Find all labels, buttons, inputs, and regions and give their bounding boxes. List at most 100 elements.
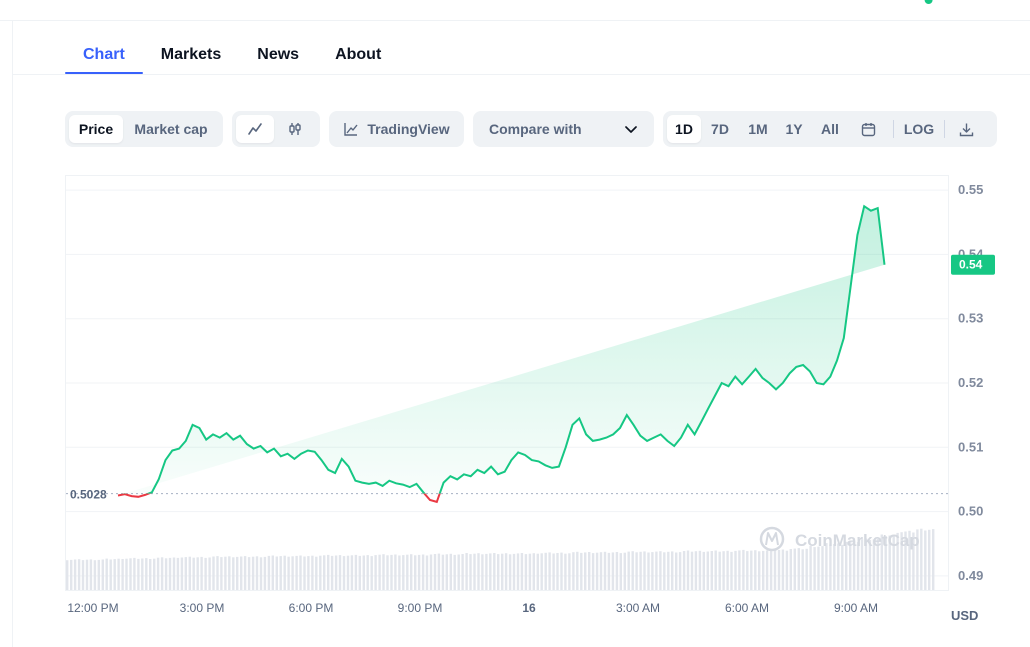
toolbar-separator	[944, 120, 945, 138]
volume-bar	[220, 557, 223, 590]
volume-bar	[125, 558, 128, 590]
volume-bar	[271, 555, 274, 590]
volume-bar	[501, 553, 504, 590]
volume-bar	[698, 550, 702, 590]
x-tick-label: 6:00 AM	[725, 601, 769, 615]
tradingview-button[interactable]: TradingView	[329, 111, 464, 147]
volume-bar	[591, 553, 595, 590]
volume-bar	[390, 554, 393, 590]
volume-bar	[584, 552, 587, 590]
candlestick-icon	[289, 123, 301, 135]
volume-bar	[769, 549, 773, 590]
compare-with-dropdown[interactable]: Compare with	[473, 111, 654, 147]
volume-bar	[888, 535, 891, 590]
price-line-up	[122, 204, 886, 494]
volume-bar	[291, 556, 294, 590]
volume-bar	[781, 549, 785, 590]
volume-bar	[908, 530, 911, 590]
volume-bar	[129, 558, 132, 590]
volume-bar	[675, 552, 678, 590]
volume-bar	[663, 552, 666, 590]
volume-bar	[89, 559, 93, 590]
tab-news[interactable]: News	[239, 38, 317, 74]
line-chart-button[interactable]	[236, 115, 274, 143]
volume-bar	[508, 554, 512, 590]
volume-bar	[267, 555, 271, 590]
tab-markets[interactable]: Markets	[143, 38, 239, 74]
range-1y-button[interactable]: 1Y	[777, 115, 811, 143]
volume-bar	[200, 556, 203, 590]
volume-bar	[338, 555, 342, 590]
volume-bar	[236, 556, 239, 590]
volume-bar	[773, 550, 777, 590]
volume-bar	[754, 550, 757, 590]
volume-bar	[366, 555, 369, 590]
volume-bar	[595, 552, 599, 590]
volume-bar	[251, 556, 255, 590]
volume-bar	[864, 538, 868, 590]
volume-bar	[904, 531, 907, 590]
volume-bar	[204, 557, 207, 590]
volume-bar	[876, 538, 879, 590]
volume-bar	[441, 554, 445, 590]
volume-bar	[682, 551, 686, 590]
x-tick-label: 12:00 PM	[67, 601, 118, 615]
price-chart-svg[interactable]: CoinMarketCap 0.55 0.54 0.53 0.52 0.51 0.50 0.…	[0, 0, 1030, 647]
volume-bar	[825, 543, 828, 590]
volume-bar	[852, 540, 856, 590]
left-divider	[12, 20, 13, 647]
volume-bar	[702, 551, 705, 590]
volume-bar	[520, 553, 524, 590]
volume-bar	[307, 556, 310, 590]
tab-about[interactable]: About	[317, 38, 399, 74]
tab-chart[interactable]: Chart	[65, 38, 143, 74]
range-7d-button[interactable]: 7D	[701, 115, 739, 143]
volume-bar	[473, 553, 476, 590]
range-1m-button[interactable]: 1M	[739, 115, 777, 143]
volume-bar	[66, 560, 69, 590]
volume-bar	[489, 553, 492, 590]
volume-bar	[85, 559, 89, 590]
market-cap-toggle-button[interactable]: Market cap	[123, 115, 219, 143]
volume-bar	[552, 553, 555, 590]
y-tick-label: 0.52	[958, 375, 983, 390]
price-toggle-button[interactable]: Price	[69, 115, 123, 143]
volume-bar	[556, 553, 559, 590]
volume-bar	[706, 551, 709, 590]
volume-bar	[168, 557, 172, 590]
watermark-text: CoinMarketCap	[795, 531, 920, 550]
volume-bar	[164, 558, 168, 590]
volume-bar	[149, 559, 152, 590]
volume-bar	[528, 553, 532, 590]
volume-bar	[841, 544, 844, 590]
volume-bar	[694, 551, 698, 590]
volume-bar	[536, 553, 539, 590]
volume-bar	[180, 557, 184, 590]
volume-bar	[896, 532, 899, 590]
date-picker-button[interactable]	[849, 115, 887, 143]
volume-bar	[524, 554, 528, 590]
volume-bar	[421, 554, 425, 590]
volume-bar	[817, 546, 820, 590]
volume-bar	[145, 558, 148, 590]
volume-bar	[192, 557, 195, 590]
volume-bar	[722, 551, 725, 590]
volume-bar	[805, 548, 808, 590]
volume-bar	[714, 550, 717, 590]
range-all-button[interactable]: All	[811, 115, 849, 143]
y-tick-label: 0.51	[958, 439, 983, 454]
volume-bar	[544, 552, 547, 590]
volume-bar	[228, 556, 231, 590]
download-button[interactable]	[951, 115, 981, 143]
volume-bar	[572, 552, 575, 590]
current-price-label: 0.54	[959, 258, 983, 272]
x-tick-label: 6:00 PM	[289, 601, 334, 615]
x-tick-label: 9:00 PM	[398, 601, 443, 615]
volume-bar	[540, 553, 543, 590]
calendar-icon	[861, 122, 875, 136]
x-tick-label: 3:00 AM	[616, 601, 660, 615]
candlestick-chart-button[interactable]	[274, 115, 316, 143]
log-scale-button[interactable]: LOG	[900, 115, 938, 143]
compare-with-label: Compare with	[489, 121, 582, 137]
range-1d-button[interactable]: 1D	[667, 115, 701, 143]
